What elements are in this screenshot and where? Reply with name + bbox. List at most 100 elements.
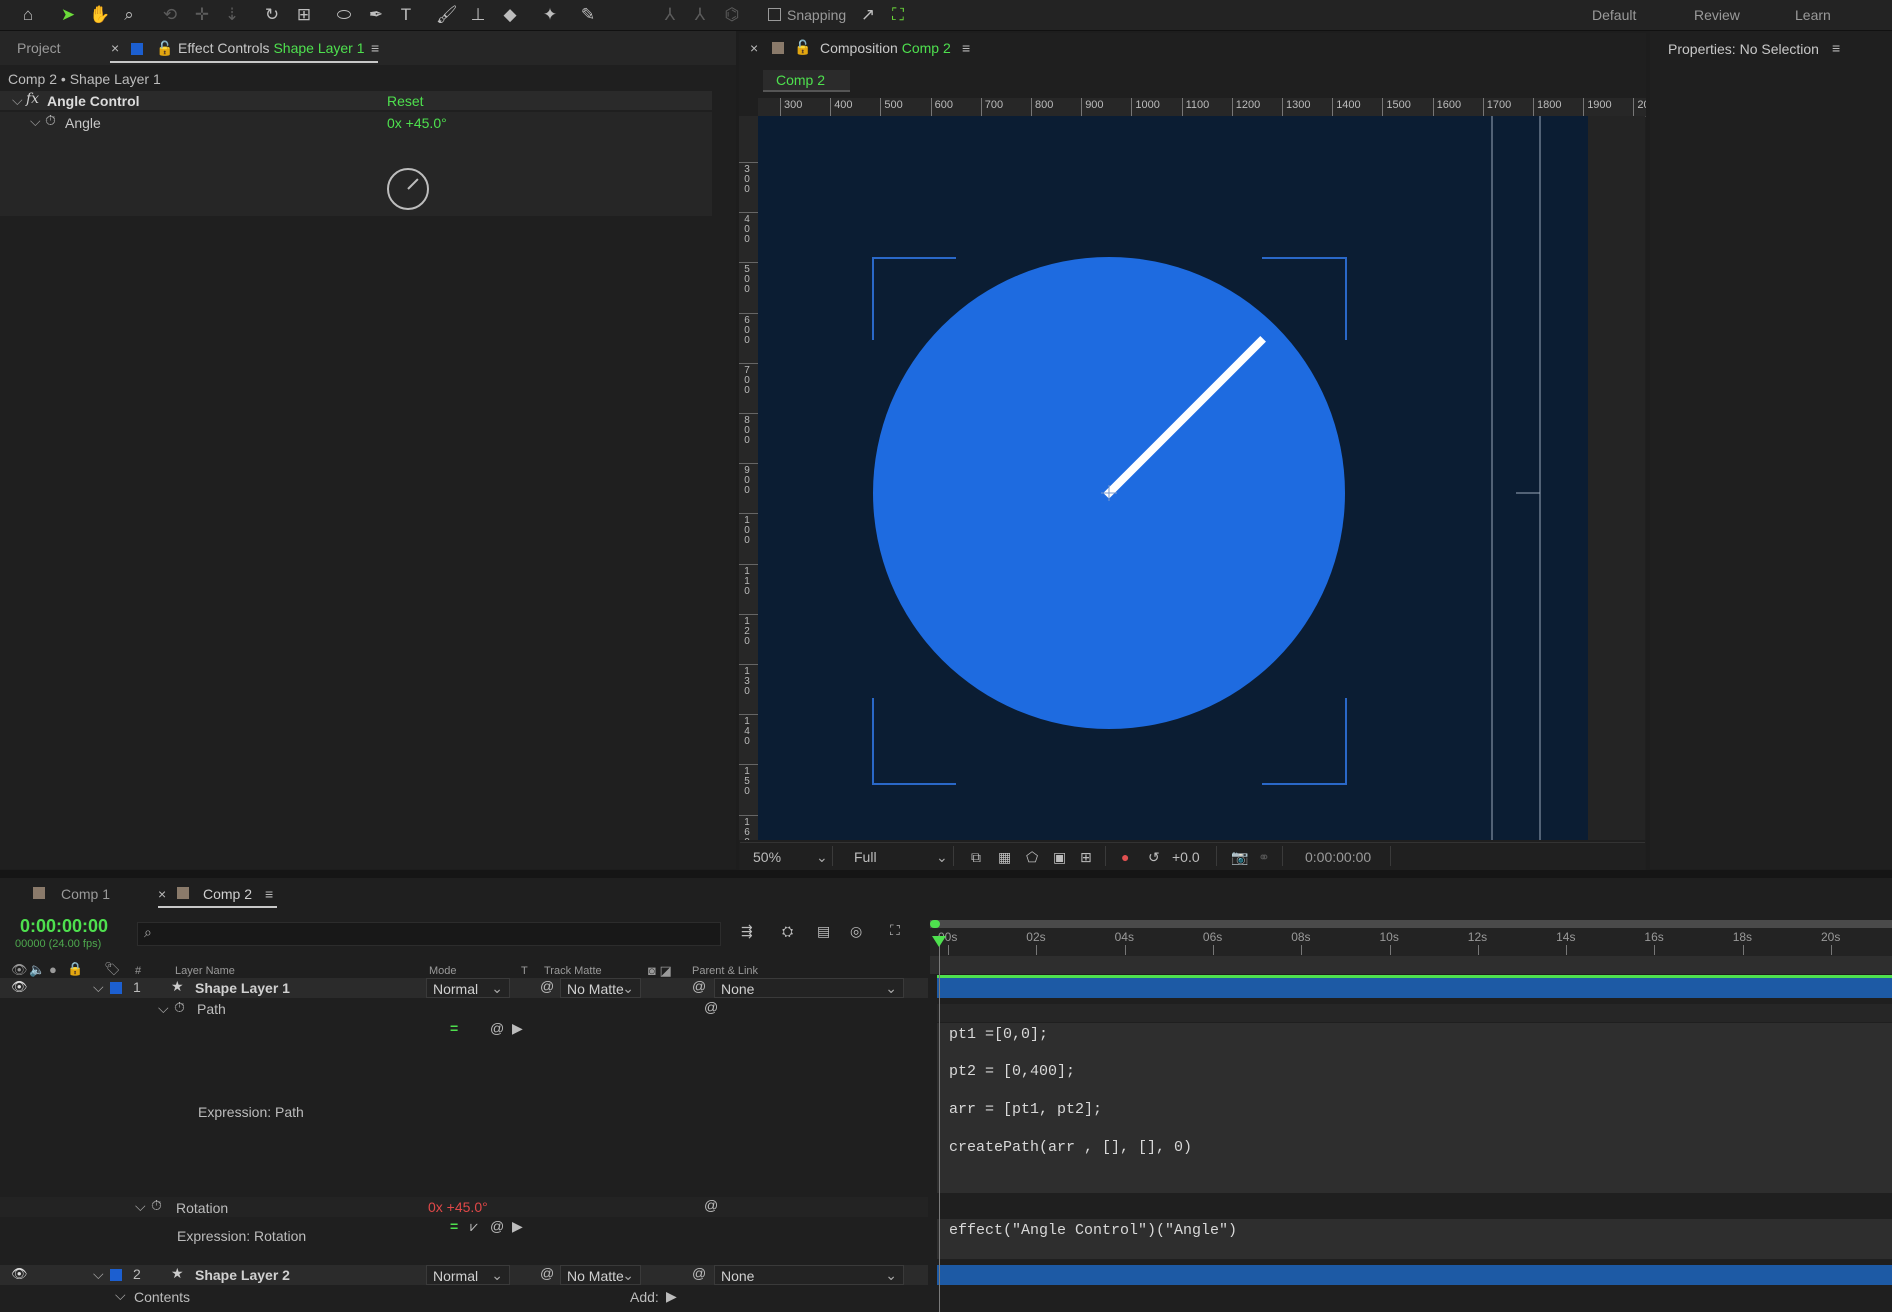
comp-chip[interactable]: Comp 2 (763, 70, 850, 92)
tab-comp1[interactable]: Comp 1 (61, 886, 110, 902)
rotation-value[interactable]: 0x +45.0° (428, 1199, 488, 1215)
snapping-checkbox[interactable] (768, 8, 781, 21)
add-menu-icon[interactable]: ▶ (666, 1288, 677, 1305)
chevron-down-icon[interactable]: ⌵ (30, 113, 41, 130)
resolution-dropdown[interactable]: Full (854, 849, 877, 865)
rotation-tool-icon[interactable]: ↻ (262, 5, 282, 25)
tab-composition[interactable]: Composition Comp 2 (820, 40, 951, 56)
current-time[interactable]: 0:00:00:00 (20, 916, 108, 937)
stopwatch-icon[interactable]: ⏱ (151, 1197, 162, 1214)
chevron-down-icon[interactable]: ⌄ (816, 849, 828, 866)
panel-menu-icon[interactable]: ≡ (265, 886, 273, 902)
mode-dropdown[interactable]: Normal ⌄ (426, 1265, 510, 1285)
channel-icon[interactable]: ● (1121, 849, 1129, 865)
reset-exposure-icon[interactable]: ↺ (1148, 849, 1160, 866)
chevron-down-icon[interactable]: ⌵ (12, 92, 23, 109)
expression-pickwhip-icon[interactable]: @ (490, 1020, 504, 1036)
eye-icon[interactable]: 👁 (11, 962, 28, 978)
stopwatch-icon[interactable]: ⏱ (174, 999, 185, 1016)
layer-name[interactable]: Shape Layer 2 (195, 1267, 290, 1283)
expression-graph-icon[interactable]: ⩗ (470, 1218, 478, 1235)
panel-menu-icon[interactable]: ≡ (1832, 40, 1840, 56)
snap-edges-icon[interactable]: ↗ (858, 5, 878, 25)
layer-color-swatch[interactable] (110, 1269, 122, 1281)
track-matte-dropdown[interactable]: No Matte ⌄ (560, 978, 641, 998)
clone-stamp-tool-icon[interactable]: ⊥ (468, 5, 488, 25)
transparency-grid-icon[interactable]: ▦ (998, 849, 1011, 866)
layer-name[interactable]: Shape Layer 1 (195, 980, 290, 996)
close-icon[interactable]: × (158, 886, 166, 902)
chevron-down-icon[interactable]: ⌵ (93, 979, 104, 996)
tab-comp2[interactable]: Comp 2 (203, 886, 252, 902)
chevron-down-icon[interactable]: ⌵ (135, 1198, 146, 1215)
lock-icon[interactable]: 🔓 (794, 39, 811, 56)
header-layer-name[interactable]: Layer Name (175, 965, 235, 977)
workspace-learn[interactable]: Learn (1795, 7, 1831, 23)
parent-dropdown[interactable]: None ⌄ (714, 978, 904, 998)
expression-enable-icon[interactable]: = (450, 1020, 458, 1036)
brush-tool-icon[interactable]: 🖌 (436, 5, 458, 25)
zoom-tool-icon[interactable]: ⌕ (119, 5, 139, 25)
fast-preview-icon[interactable]: ⧉ (971, 849, 981, 866)
region-of-interest-icon[interactable]: ▣ (1053, 849, 1066, 866)
chevron-down-icon[interactable]: ⌵ (115, 1287, 126, 1304)
ellipse-tool-icon[interactable]: ⬭ (334, 5, 354, 25)
expression-enable-icon[interactable]: = (450, 1218, 458, 1234)
work-area-bar[interactable] (930, 920, 1892, 928)
layer-duration-bar[interactable] (937, 978, 1892, 998)
layer-color-swatch[interactable] (110, 982, 122, 994)
chevron-down-icon[interactable]: ⌵ (158, 1000, 169, 1017)
viewer-timecode[interactable]: 0:00:00:00 (1305, 849, 1371, 865)
expression-pickwhip-icon[interactable]: @ (490, 1218, 504, 1234)
snap-features-icon[interactable]: ⛶ (888, 5, 908, 25)
show-snapshot-icon[interactable]: ⚭ (1258, 849, 1270, 866)
chevron-down-icon[interactable]: ⌵ (93, 1266, 104, 1283)
workspace-default[interactable]: Default (1592, 7, 1636, 23)
close-icon[interactable]: × (111, 40, 119, 56)
pick-whip-icon[interactable]: @ (692, 978, 706, 994)
lock-icon[interactable]: 🔒 (67, 961, 83, 977)
stopwatch-icon[interactable]: ⏱ (45, 112, 56, 129)
home-icon[interactable]: ⌂ (18, 5, 38, 25)
zoom-dropdown[interactable]: 50% (753, 849, 781, 865)
pen-tool-icon[interactable]: ✒ (366, 5, 386, 25)
orbit-tool-icon[interactable]: ⟲ (160, 5, 180, 25)
pan-tool-icon[interactable]: ✛ (192, 5, 212, 25)
graph-editor-icon[interactable]: ⛶ (890, 922, 900, 939)
mask-visibility-icon[interactable]: ⬠ (1026, 849, 1038, 866)
matte-link-icon[interactable]: @ (540, 1265, 554, 1281)
chevron-down-icon[interactable]: ⌄ (936, 849, 948, 866)
roto-brush-tool-icon[interactable]: ✦ (540, 5, 560, 25)
playhead-icon[interactable] (932, 936, 946, 947)
panel-menu-icon[interactable]: ≡ (371, 40, 379, 56)
track-matte-dropdown[interactable]: No Matte ⌄ (560, 1265, 641, 1285)
tab-effect-controls[interactable]: Effect Controls Shape Layer 1 (178, 40, 365, 56)
time-navigator[interactable] (930, 956, 1892, 974)
eraser-tool-icon[interactable]: ◆ (500, 5, 520, 25)
solo-icon[interactable]: ● (49, 962, 57, 977)
pan-behind-tool-icon[interactable]: ⊞ (294, 5, 314, 25)
angle-dial[interactable] (386, 167, 430, 211)
work-area-start[interactable] (930, 920, 940, 928)
pick-whip-icon[interactable]: @ (704, 1197, 718, 1213)
label-icon[interactable]: 🏷 (104, 961, 121, 977)
hand-tool-icon[interactable]: ✋ (89, 5, 110, 25)
type-tool-icon[interactable]: T (396, 5, 416, 25)
motion-blur-icon[interactable]: ◎ (850, 923, 862, 940)
layer-duration-bar[interactable] (937, 1265, 1892, 1285)
dolly-tool-icon[interactable]: ⇣ (222, 5, 242, 25)
draft-3d-icon[interactable]: ⛭ (782, 923, 793, 940)
axis-local-icon[interactable]: ⅄ (660, 5, 680, 25)
angle-value[interactable]: 0x +45.0° (387, 115, 447, 131)
puppet-tool-icon[interactable]: ✎ (578, 5, 598, 25)
composition-canvas[interactable] (758, 116, 1588, 840)
axis-world-icon[interactable]: ⅄ (690, 5, 710, 25)
matte-link-icon[interactable]: @ (540, 978, 554, 994)
tab-project[interactable]: Project (17, 40, 61, 56)
eye-icon[interactable]: 👁 (11, 1266, 28, 1282)
close-icon[interactable]: × (750, 40, 758, 56)
audio-icon[interactable]: 🔈 (29, 962, 45, 978)
exposure-value[interactable]: +0.0 (1172, 849, 1200, 865)
layer-search-input[interactable]: ⌕ (137, 922, 721, 946)
grid-guides-icon[interactable]: ⊞ (1080, 849, 1092, 866)
